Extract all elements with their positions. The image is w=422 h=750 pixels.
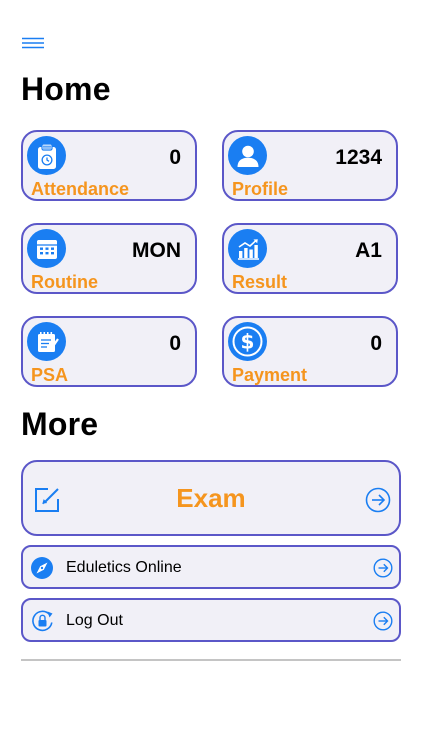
result-tile[interactable]: A1 Result	[222, 223, 398, 294]
routine-tile[interactable]: MON Routine	[21, 223, 197, 294]
payment-value: 0	[370, 332, 382, 355]
result-icon-badge	[228, 229, 267, 268]
compass-icon	[31, 557, 53, 579]
payment-icon-badge: $	[228, 322, 267, 361]
menu-button[interactable]	[20, 33, 48, 53]
attendance-icon-badge	[27, 136, 66, 175]
routine-value: MON	[132, 239, 181, 262]
eduletics-online-label: Eduletics Online	[66, 559, 182, 576]
profile-tile[interactable]: 1234 Profile	[222, 130, 398, 201]
psa-label: PSA	[31, 365, 69, 385]
arrow-right-circle-icon	[373, 558, 393, 578]
hamburger-menu-icon	[22, 37, 44, 49]
dollar-icon: $	[232, 326, 263, 357]
result-value: A1	[355, 239, 382, 262]
attendance-label: Attendance	[31, 179, 130, 199]
profile-icon-badge	[228, 136, 267, 175]
arrow-right-circle-icon	[365, 487, 391, 513]
log-out-label: Log Out	[66, 612, 123, 629]
routine-label: Routine	[31, 272, 98, 292]
psa-icon-badge	[27, 322, 66, 361]
payment-tile[interactable]: $ 0 Payment	[222, 316, 398, 387]
arrow-right-circle-icon	[373, 611, 393, 631]
result-label: Result	[232, 272, 288, 292]
bar-chart-icon	[237, 238, 259, 260]
attendance-tile[interactable]: 0 Attendance	[21, 130, 197, 201]
payment-label: Payment	[232, 365, 308, 385]
psa-tile[interactable]: 0 PSA	[21, 316, 197, 387]
svg-text:$: $	[241, 330, 255, 354]
log-out-button[interactable]: Log Out	[21, 598, 401, 642]
attendance-value: 0	[169, 146, 181, 169]
profile-label: Profile	[232, 179, 289, 199]
exam-label: Exam	[176, 483, 246, 513]
profile-value: 1234	[335, 146, 382, 169]
logout-lock-icon	[32, 610, 53, 632]
calendar-icon	[36, 239, 57, 259]
eduletics-online-button[interactable]: Eduletics Online	[21, 545, 401, 589]
bottom-divider	[21, 659, 401, 661]
notepad-check-icon	[37, 331, 59, 352]
routine-icon-badge	[27, 229, 66, 268]
clipboard-clock-icon	[37, 142, 56, 169]
user-icon	[237, 145, 258, 167]
more-title: More	[21, 406, 99, 442]
psa-value: 0	[169, 332, 181, 355]
home-title: Home	[21, 71, 111, 107]
exam-button[interactable]: Exam	[21, 460, 401, 536]
